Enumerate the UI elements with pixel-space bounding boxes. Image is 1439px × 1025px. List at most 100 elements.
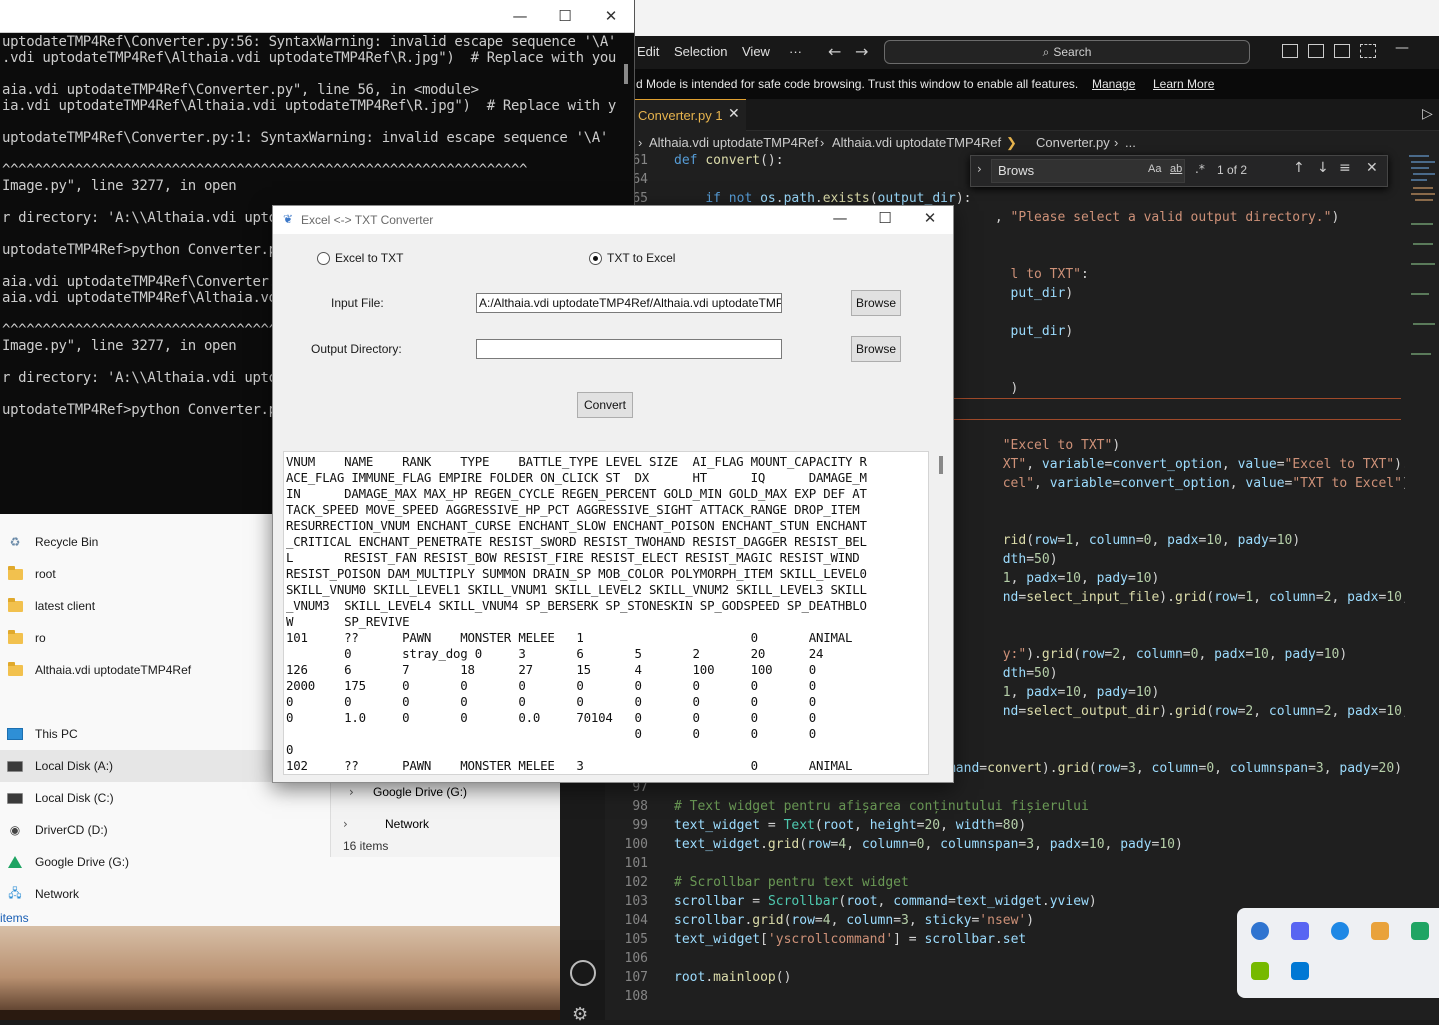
text-scrollbar[interactable] [935,446,949,776]
line-number: 108 [624,989,648,1004]
browse-output-button[interactable]: Browse [851,336,901,362]
app-tile-icon[interactable] [1371,922,1389,940]
match-whole-word-icon[interactable]: ab [1170,163,1182,175]
nvidia-icon[interactable] [1251,962,1269,980]
manage-link[interactable]: Manage [1092,77,1135,91]
nav-item[interactable]: ◉ DriverCD (D:) [0,814,328,846]
previous-match-icon[interactable]: ↑ [1293,160,1305,176]
recycle-bin-icon: ♻ [9,535,21,549]
security-shield-icon[interactable] [1291,962,1309,980]
code-text: # Text widget pentru afișarea conținutul… [674,799,1089,814]
dialog-title: Excel <-> TXT Converter [301,213,434,227]
back-arrow-icon[interactable]: ← [828,42,841,61]
forward-arrow-icon[interactable]: → [855,42,868,61]
minimize-button[interactable]: — [817,204,863,232]
minimize-button[interactable]: — [497,0,543,32]
app-tray-icon[interactable] [1251,922,1269,940]
input-file-field[interactable]: A:/Althaia.vdi uptodateTMP4Ref/Althaia.v… [476,293,782,313]
text-row: _CRITICAL ENCHANT_PENETRATE RESIST_SWORD… [286,534,867,549]
chevron-right-icon[interactable]: › [977,162,982,176]
nav-item-label: Local Disk (A:) [35,759,114,773]
gear-icon[interactable]: ⚙ [572,1004,588,1025]
dialog-titlebar: ❦ Excel <-> TXT Converter — ☐ ✕ [273,206,953,234]
output-directory-field[interactable] [476,339,782,359]
text-row: 0 1.0 0 0 0.0 70104 0 0 0 0 [286,710,816,725]
toggle-secondary-sidebar-icon[interactable] [1334,44,1350,58]
nav-item[interactable]: Local Disk (C:) [0,782,328,814]
menu-edit[interactable]: Edit [637,44,659,59]
radio-excel-to-txt-label: Excel to TXT [335,251,404,265]
customize-layout-icon[interactable] [1360,44,1376,58]
folder-icon [7,661,23,677]
breadcrumb-item-folder2[interactable]: Althaia.vdi uptodateTMP4Ref [832,135,1001,150]
file-content-text[interactable]: VNUM NAME RANK TYPE BATTLE_TYPE LEVEL SI… [283,451,929,775]
next-match-icon[interactable]: ↓ [1317,160,1329,176]
find-in-selection-icon[interactable]: ≡ [1339,160,1351,176]
nav-item-label: DriverCD (D:) [35,823,108,837]
convert-button[interactable]: Convert [577,392,633,418]
nav-item-label: Recycle Bin [35,535,99,549]
terminal-line: aia.vdi uptodateTMP4Ref\Althaia.vd [2,290,277,306]
breadcrumb-sep: › [638,135,643,150]
toggle-primary-sidebar-icon[interactable] [1282,44,1298,58]
line-number: 98 [632,799,648,814]
find-result-count: 1 of 2 [1217,163,1248,177]
line-number: 99 [632,818,648,833]
browse-input-button[interactable]: Browse [851,290,901,316]
find-input[interactable]: Brows Aa ab [991,159,1185,183]
regex-icon[interactable]: .* [1195,162,1205,176]
google-drive-item[interactable]: Google Drive (G:) [373,785,467,799]
close-icon[interactable]: ✕ [728,106,740,122]
menu-view[interactable]: View [742,44,770,59]
maximize-button[interactable]: ☐ [542,0,588,32]
text-row: 102 ?? PAWN MONSTER MELEE 3 0 ANIMAL [286,758,853,773]
close-find-icon[interactable]: ✕ [1366,160,1378,176]
terminal-line: ia.vdi uptodateTMP4Ref\Althaia.vdi uptod… [2,98,616,114]
code-text: root.mainloop() [674,970,792,985]
nav-item[interactable]: Google Drive (G:) [0,846,328,878]
terminal-line: Image.py", line 3277, in open [2,178,237,194]
tab-converter-py[interactable]: Converter.py 1 ✕ [634,99,746,131]
minimap[interactable] [1405,153,1439,373]
breadcrumb-item-folder1[interactable]: Althaia.vdi uptodateTMP4Ref [649,135,818,150]
nav-item-label: latest client [35,599,96,613]
command-center-search[interactable]: ⌕ Search [884,40,1250,64]
google-drive-icon [7,855,23,869]
code-text: text_widget['yscrollcommand'] = scrollba… [674,932,1027,947]
terminal-line: uptodateTMP4Ref>python Converter.p [2,402,277,418]
run-icon[interactable]: ▷ [1422,106,1433,122]
maximize-button[interactable]: ☐ [862,204,908,232]
menu-more[interactable]: ··· [789,44,802,59]
minimize-icon[interactable]: — [1395,40,1409,56]
pc-icon [7,727,23,741]
chevron-right-icon[interactable]: › [349,785,354,799]
desktop-wallpaper [0,925,560,1020]
line-number: 107 [624,970,648,985]
breadcrumb-item-file[interactable]: Converter.py [1036,135,1110,150]
radio-txt-to-excel-label: TXT to Excel [607,251,676,265]
account-icon[interactable] [570,960,596,986]
text-row: ACE_FLAG IMMUNE_FLAG EMPIRE FOLDER ON_CL… [286,470,867,485]
line-number: 105 [624,932,648,947]
radio-txt-to-excel[interactable] [589,252,602,265]
line-number: 101 [624,856,648,871]
editor-tabs [634,99,1439,131]
network-item[interactable]: Network [385,817,429,831]
close-button[interactable]: ✕ [907,204,953,232]
toggle-panel-icon[interactable] [1308,44,1324,58]
menu-selection[interactable]: Selection [674,44,727,59]
cloud-icon[interactable] [1331,922,1349,940]
google-drive-tray-icon[interactable] [1411,922,1429,940]
close-button[interactable]: ✕ [588,0,634,32]
python-file-icon: ❯ [1006,135,1017,150]
chevron-right-icon[interactable]: › [343,817,348,831]
terminal-line: aia.vdi uptodateTMP4Ref\Converter.py", l… [2,82,479,98]
breadcrumb-item-more[interactable]: ... [1125,135,1136,150]
discord-icon[interactable] [1291,922,1309,940]
learn-more-link[interactable]: Learn More [1153,77,1214,91]
items-count-status: 16 items [343,839,389,853]
radio-excel-to-txt[interactable] [317,252,330,265]
match-case-icon[interactable]: Aa [1148,163,1161,175]
nav-item[interactable]: 🖧 Network [0,878,328,910]
converter-dialog: ❦ Excel <-> TXT Converter — ☐ ✕ Excel to… [272,205,954,783]
